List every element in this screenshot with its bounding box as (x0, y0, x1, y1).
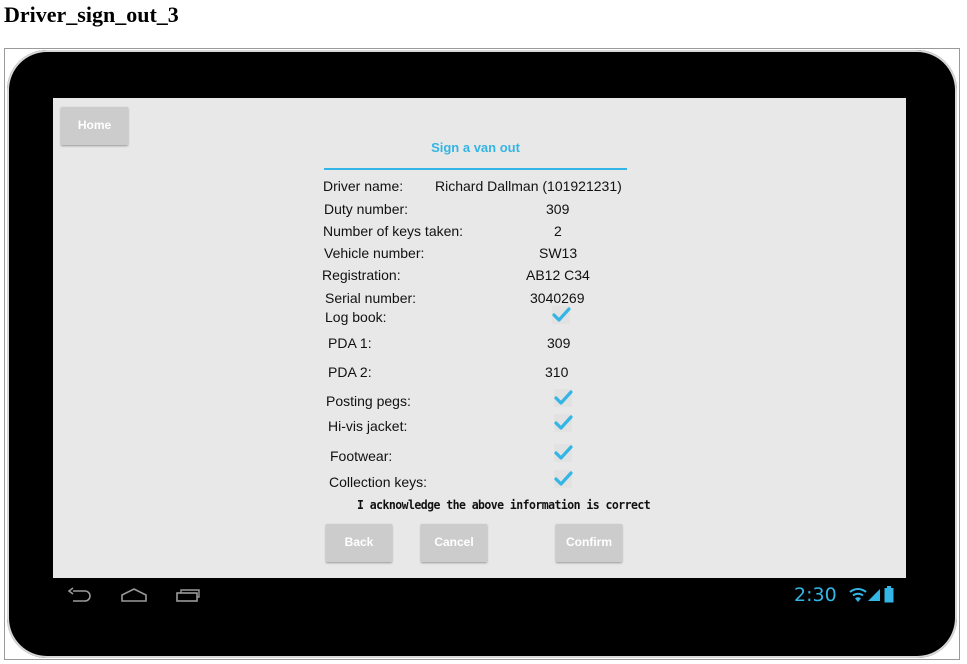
collection-keys-label: Collection keys: (329, 474, 428, 490)
pda1-label: PDA 1: (328, 335, 372, 351)
home-button[interactable]: Home (61, 107, 128, 145)
recent-apps-icon[interactable] (175, 587, 201, 603)
serial-number-label: Serial number: (325, 290, 417, 306)
keys-taken-value: 2 (554, 223, 562, 239)
pda2-label: PDA 2: (328, 364, 372, 380)
confirm-button[interactable]: Confirm (556, 524, 622, 562)
pda2-value: 310 (545, 364, 569, 380)
hi-vis-jacket-label: Hi-vis jacket: (328, 418, 408, 434)
keys-taken-label: Number of keys taken: (323, 223, 464, 239)
hi-vis-jacket-checkbox[interactable] (553, 413, 573, 433)
battery-icon (884, 586, 894, 603)
footwear-checkbox[interactable] (553, 443, 573, 463)
driver-name-value: Richard Dallman (101921231) (435, 178, 622, 194)
collection-keys-checkbox[interactable] (553, 469, 573, 489)
title-divider (324, 168, 627, 170)
vehicle-number-label: Vehicle number: (324, 245, 425, 261)
log-book-label: Log book: (325, 309, 387, 325)
back-button[interactable]: Back (326, 524, 392, 562)
registration-label: Registration: (322, 267, 401, 283)
signal-icon (868, 589, 880, 601)
cancel-button[interactable]: Cancel (421, 524, 487, 562)
duty-number-label: Duty number: (324, 201, 409, 217)
driver-name-label: Driver name: (323, 178, 404, 194)
pda1-value: 309 (547, 335, 571, 351)
serial-number-value: 3040269 (530, 290, 585, 306)
home-nav-icon[interactable] (120, 587, 148, 603)
back-nav-icon[interactable] (67, 587, 93, 603)
vehicle-number-value: SW13 (539, 245, 578, 261)
registration-value: AB12 C34 (526, 267, 590, 283)
posting-pegs-label: Posting pegs: (326, 393, 411, 409)
wifi-icon (849, 588, 867, 602)
form-title: Sign a van out (431, 140, 520, 155)
acknowledgement-text: I acknowledge the above information is c… (357, 497, 651, 512)
duty-number-value: 309 (546, 201, 570, 217)
footwear-label: Footwear: (330, 448, 393, 464)
status-clock: 2:30 (794, 584, 837, 606)
posting-pegs-checkbox[interactable] (553, 388, 573, 408)
page-title: Driver_sign_out_3 (4, 2, 179, 27)
log-book-checkbox[interactable] (551, 305, 571, 325)
